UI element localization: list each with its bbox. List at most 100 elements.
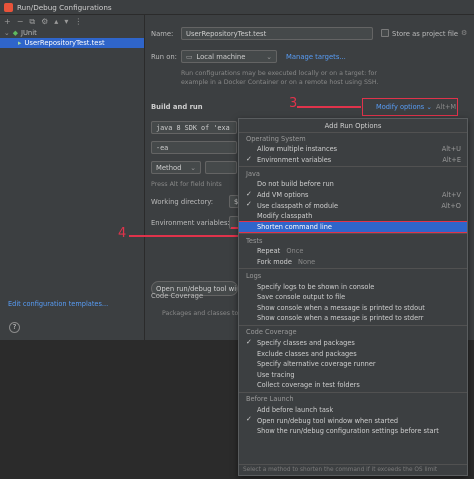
config-tree: ⌄ ◆ JUnit ▸ UserRepositoryTest.test [0, 28, 144, 340]
section-java: Java [246, 169, 260, 178]
option-alt-coverage-runner[interactable]: Specify alternative coverage runner [239, 359, 467, 370]
option-show-console-stdout[interactable]: Show console when a message is printed t… [239, 303, 467, 314]
modify-options-shortcut: Alt+M [435, 103, 457, 111]
help-button[interactable]: ? [9, 322, 20, 333]
title-bar: Run/Debug Configurations [0, 0, 474, 15]
option-label: Environment variables [257, 155, 332, 164]
vm-options-field[interactable]: -ea [151, 141, 237, 154]
popup-divider [239, 391, 467, 393]
option-exclude-classes[interactable]: Exclude classes and packages [239, 348, 467, 359]
edit-templates-link[interactable]: Edit configuration templates... [8, 300, 108, 308]
option-collect-coverage-tests[interactable]: Collect coverage in test folders [239, 380, 467, 391]
checkmark-icon: ✓ [246, 154, 252, 163]
hint-line: Run configurations may be executed local… [181, 70, 377, 77]
move-up-icon[interactable]: ▴ [54, 17, 58, 26]
popup-title: Add Run Options [239, 119, 467, 133]
option-show-console-stderr[interactable]: Show console when a message is printed t… [239, 313, 467, 324]
store-project-label: Store as project file [392, 30, 459, 38]
section-before-launch: Before Launch [246, 395, 294, 404]
field-hint: Press Alt for field hints [151, 181, 222, 188]
option-label: Add VM options [257, 191, 309, 200]
build-run-heading: Build and run [151, 103, 203, 111]
chevron-down-icon: ⌄ [426, 103, 432, 111]
working-dir-label: Working directory: [151, 198, 214, 206]
tree-group-junit[interactable]: ⌄ ◆ JUnit [0, 28, 144, 38]
option-label: Add before launch task [257, 405, 334, 414]
run-on-select[interactable]: ▭ Local machine ⌄ [181, 50, 277, 63]
settings-icon[interactable]: ⚙ [41, 17, 48, 26]
option-label: Collect coverage in test folders [257, 381, 360, 390]
option-value: None [298, 258, 316, 267]
option-use-tracing[interactable]: Use tracing [239, 370, 467, 381]
run-on-value: Local machine [196, 52, 246, 61]
code-coverage-hint: Packages and classes to [162, 310, 239, 317]
code-coverage-label: Code Coverage [151, 292, 204, 300]
option-save-console-output[interactable]: Save console output to file [239, 292, 467, 303]
option-label: Specify alternative coverage runner [257, 360, 376, 369]
annotation-3-line [297, 106, 361, 108]
option-modify-classpath[interactable]: Modify classpath [239, 211, 467, 222]
hint-line: example in a Docker Container or on a re… [181, 79, 379, 86]
popup-divider [239, 324, 467, 326]
popup-divider [239, 233, 467, 235]
section-operating-system: Operating System [246, 134, 306, 143]
option-shortcut: Alt+V [442, 191, 461, 200]
option-environment-variables[interactable]: ✓ Environment variables Alt+E [239, 155, 467, 166]
option-add-vm-options[interactable]: ✓ Add VM options Alt+V [239, 190, 467, 201]
section-code-coverage: Code Coverage [246, 328, 297, 337]
checkmark-icon: ✓ [246, 415, 252, 424]
popup-divider [239, 268, 467, 270]
option-label: Allow multiple instances [257, 145, 338, 154]
option-label: Shorten command line [257, 222, 332, 231]
manage-targets-link[interactable]: Manage targets... [286, 53, 346, 61]
copy-config-icon[interactable]: ⧉ [29, 17, 35, 27]
modify-options-button[interactable]: Modify options ⌄ Alt+M [376, 103, 456, 111]
option-show-settings-before-start[interactable]: Show the run/debug configuration setting… [239, 426, 467, 437]
option-label: Use tracing [257, 370, 295, 379]
option-label: Show the run/debug configuration setting… [257, 427, 439, 436]
option-label: Modify classpath [257, 212, 313, 221]
checkmark-icon: ✓ [246, 189, 252, 198]
option-use-classpath-of-module[interactable]: ✓ Use classpath of module Alt+O [239, 200, 467, 211]
option-open-tool-window[interactable]: ✓ Open run/debug tool window when starte… [239, 415, 467, 426]
annotation-3: 3 [289, 96, 298, 111]
option-label: Do not build before run [257, 180, 334, 189]
option-specify-logs[interactable]: Specify logs to be shown in console [239, 281, 467, 292]
jdk-select[interactable]: java 8 SDK of 'exa [151, 121, 237, 134]
chevron-down-icon[interactable]: ⌄ [4, 29, 10, 37]
chevron-down-icon: ⌄ [190, 163, 196, 172]
option-repeat[interactable]: Repeat Once [239, 246, 467, 257]
option-do-not-build[interactable]: Do not build before run [239, 179, 467, 190]
name-label: Name: [151, 30, 174, 38]
option-label: Exclude classes and packages [257, 349, 357, 358]
option-add-before-launch[interactable]: Add before launch task [239, 405, 467, 416]
move-down-icon[interactable]: ▾ [64, 17, 68, 26]
window-title: Run/Debug Configurations [17, 2, 112, 12]
sort-icon[interactable]: ⋮ [74, 17, 82, 26]
option-shorten-command-line[interactable]: Shorten command line [239, 220, 467, 234]
option-value: Once [286, 247, 304, 256]
option-allow-multiple-instances[interactable]: Allow multiple instances Alt+U [239, 144, 467, 155]
option-specify-classes[interactable]: ✓ Specify classes and packages [239, 338, 467, 349]
app-icon [4, 2, 13, 12]
option-fork-mode[interactable]: Fork mode None [239, 257, 467, 268]
name-field[interactable]: UserRepositoryTest.test [181, 27, 373, 40]
checkmark-icon: ✓ [246, 200, 252, 209]
section-logs: Logs [246, 271, 262, 280]
junit-icon: ◆ [12, 29, 18, 37]
class-field[interactable] [205, 161, 237, 174]
config-toolbar: + − ⧉ ⚙ ▴ ▾ ⋮ [0, 15, 144, 28]
computer-icon: ▭ [186, 52, 193, 61]
store-project-checkbox[interactable] [381, 29, 389, 37]
add-config-icon[interactable]: + [4, 17, 11, 26]
test-kind-value: Method [156, 163, 182, 172]
settings-icon[interactable]: ⚙ [461, 29, 467, 37]
option-label: Specify logs to be shown in console [257, 282, 375, 291]
test-kind-select[interactable]: Method ⌄ [151, 161, 201, 174]
env-vars-label: Environment variables: [151, 219, 230, 227]
option-shortcut: Alt+E [442, 155, 461, 164]
run-on-label: Run on: [151, 53, 177, 61]
tree-item-test[interactable]: ▸ UserRepositoryTest.test [0, 38, 144, 48]
option-label: Fork mode [257, 258, 292, 267]
remove-config-icon[interactable]: − [17, 17, 24, 26]
